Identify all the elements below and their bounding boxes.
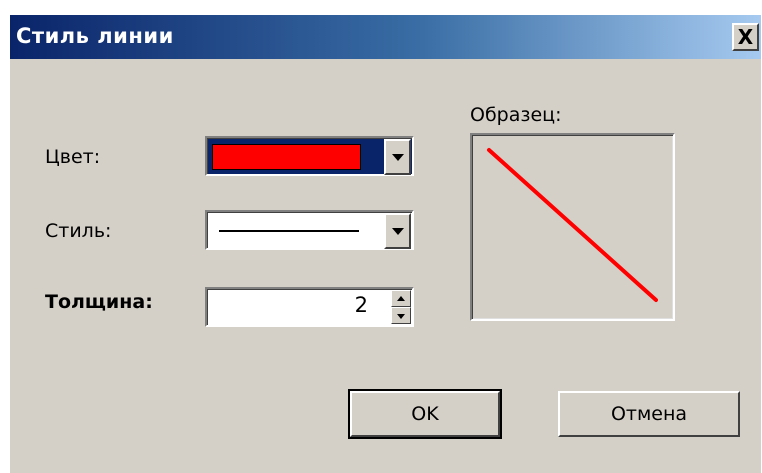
chevron-down-icon [391, 154, 404, 161]
color-dropdown-button[interactable] [384, 139, 411, 175]
spin-down-button[interactable] [391, 307, 411, 324]
color-swatch [212, 144, 361, 170]
color-combobox[interactable] [205, 136, 414, 176]
sample-preview [470, 133, 675, 321]
cancel-button-label: Отмена [610, 403, 688, 425]
thickness-value[interactable]: 2 [355, 293, 368, 317]
sample-label: Образец: [470, 104, 562, 126]
close-icon: X [737, 25, 754, 49]
sample-line-svg [487, 148, 658, 302]
arrow-down-icon [397, 313, 405, 319]
thickness-label: Толщина: [45, 291, 153, 313]
color-label: Цвет: [45, 146, 101, 168]
ok-button-label: OK [411, 403, 439, 425]
thickness-spinbox[interactable]: 2 [205, 287, 414, 327]
dialog-title: Стиль линии [16, 24, 174, 48]
line-style-preview [219, 230, 359, 232]
close-button[interactable]: X [732, 23, 759, 51]
line-style-dialog: Стиль линии X Цвет: Стиль: Толщина: 2 Об… [9, 14, 761, 473]
cancel-button[interactable]: Отмена [558, 391, 740, 437]
style-combobox[interactable] [205, 210, 414, 250]
arrow-up-icon [397, 295, 405, 301]
ok-button[interactable]: OK [348, 389, 502, 439]
spin-up-button[interactable] [391, 290, 411, 307]
sample-line [487, 148, 658, 302]
style-dropdown-button[interactable] [384, 213, 411, 249]
style-label: Стиль: [45, 220, 112, 242]
chevron-down-icon [391, 228, 404, 235]
title-bar[interactable]: Стиль линии X [10, 15, 761, 59]
